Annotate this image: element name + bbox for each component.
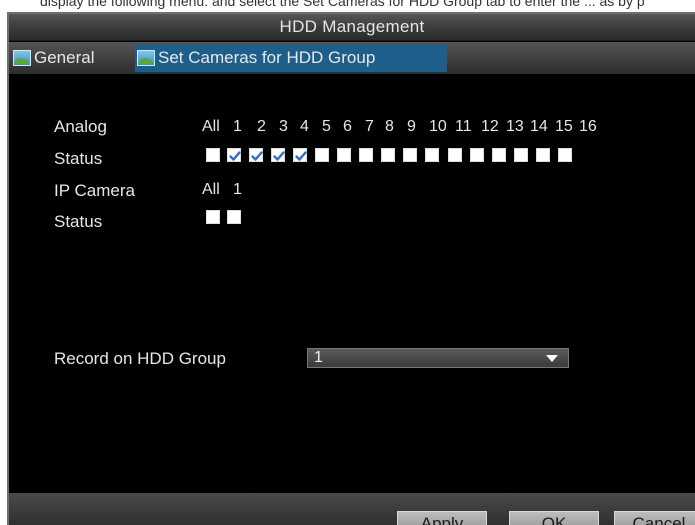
channel-number: 10 bbox=[429, 118, 447, 135]
analog-channel-checkbox[interactable] bbox=[425, 148, 439, 162]
channel-number: 12 bbox=[481, 118, 499, 135]
ip-camera-checkbox[interactable] bbox=[227, 210, 241, 224]
landscape-icon bbox=[137, 50, 155, 66]
channel-number: 7 bbox=[365, 118, 374, 135]
record-hdd-group-label: Record on HDD Group bbox=[54, 349, 226, 368]
analog-channel-checkbox[interactable] bbox=[536, 148, 550, 162]
tab-bar: General Set Cameras for HDD Group bbox=[9, 42, 695, 74]
analog-channel-checkbox[interactable] bbox=[492, 148, 506, 162]
analog-channel-checkbox[interactable] bbox=[381, 148, 395, 162]
chevron-down-icon bbox=[546, 355, 558, 362]
channel-number: 3 bbox=[279, 118, 288, 135]
title-bar: HDD Management bbox=[9, 14, 695, 41]
analog-all-checkbox[interactable] bbox=[206, 148, 220, 162]
channel-number: 1 bbox=[233, 181, 242, 198]
ip-camera-status-label: Status bbox=[54, 212, 103, 231]
check-icon bbox=[273, 151, 285, 161]
check-icon bbox=[229, 151, 241, 161]
channel-number: 16 bbox=[579, 118, 597, 135]
analog-channel-checkbox[interactable] bbox=[293, 148, 307, 162]
tab-general[interactable]: General bbox=[11, 44, 131, 72]
channel-number: 6 bbox=[343, 118, 352, 135]
analog-channel-checkbox[interactable] bbox=[249, 148, 263, 162]
channel-number: 4 bbox=[300, 118, 309, 135]
document-text-fragment: display the following menu: and select t… bbox=[0, 0, 695, 12]
analog-channel-checkbox[interactable] bbox=[514, 148, 528, 162]
cancel-button[interactable]: Cancel bbox=[614, 511, 695, 525]
window-title: HDD Management bbox=[279, 17, 425, 36]
analog-channel-checkbox[interactable] bbox=[470, 148, 484, 162]
analog-channel-checkbox[interactable] bbox=[315, 148, 329, 162]
ok-button[interactable]: OK bbox=[509, 511, 599, 525]
tab-general-label: General bbox=[34, 48, 95, 67]
analog-channel-checkbox[interactable] bbox=[227, 148, 241, 162]
check-icon bbox=[251, 151, 263, 161]
analog-channel-checkbox[interactable] bbox=[359, 148, 373, 162]
ip-camera-all-label: All bbox=[202, 181, 220, 198]
check-icon bbox=[295, 151, 307, 161]
analog-all-label: All bbox=[202, 118, 220, 135]
hdd-group-select[interactable]: 1 bbox=[307, 348, 569, 368]
channel-number: 8 bbox=[385, 118, 394, 135]
document-text: display the following menu: and select t… bbox=[40, 0, 645, 9]
apply-button[interactable]: Apply bbox=[397, 511, 487, 525]
channel-number: 9 bbox=[407, 118, 416, 135]
channel-number: 1 bbox=[233, 118, 242, 135]
channel-number: 15 bbox=[555, 118, 573, 135]
analog-channel-checkbox[interactable] bbox=[337, 148, 351, 162]
analog-channel-checkbox[interactable] bbox=[448, 148, 462, 162]
landscape-icon bbox=[13, 50, 31, 66]
analog-channel-checkbox[interactable] bbox=[403, 148, 417, 162]
channel-number: 14 bbox=[530, 118, 548, 135]
ip-camera-all-checkbox[interactable] bbox=[206, 210, 220, 224]
analog-status-label: Status bbox=[54, 149, 103, 168]
ip-camera-label: IP Camera bbox=[54, 181, 135, 200]
tab-set-cameras-label: Set Cameras for HDD Group bbox=[158, 48, 376, 67]
hdd-management-window: HDD Management General Set Cameras for H… bbox=[7, 12, 695, 525]
hdd-group-select-value: 1 bbox=[314, 349, 323, 366]
channel-number: 2 bbox=[257, 118, 266, 135]
channel-number: 5 bbox=[322, 118, 331, 135]
channel-number: 13 bbox=[506, 118, 524, 135]
bottom-button-bar: Apply OK Cancel bbox=[9, 493, 695, 525]
analog-channel-checkbox[interactable] bbox=[271, 148, 285, 162]
tab-set-cameras-for-hdd-group[interactable]: Set Cameras for HDD Group bbox=[135, 44, 447, 72]
channel-number: 11 bbox=[455, 118, 472, 135]
analog-label: Analog bbox=[54, 117, 107, 136]
analog-channel-checkbox[interactable] bbox=[558, 148, 572, 162]
